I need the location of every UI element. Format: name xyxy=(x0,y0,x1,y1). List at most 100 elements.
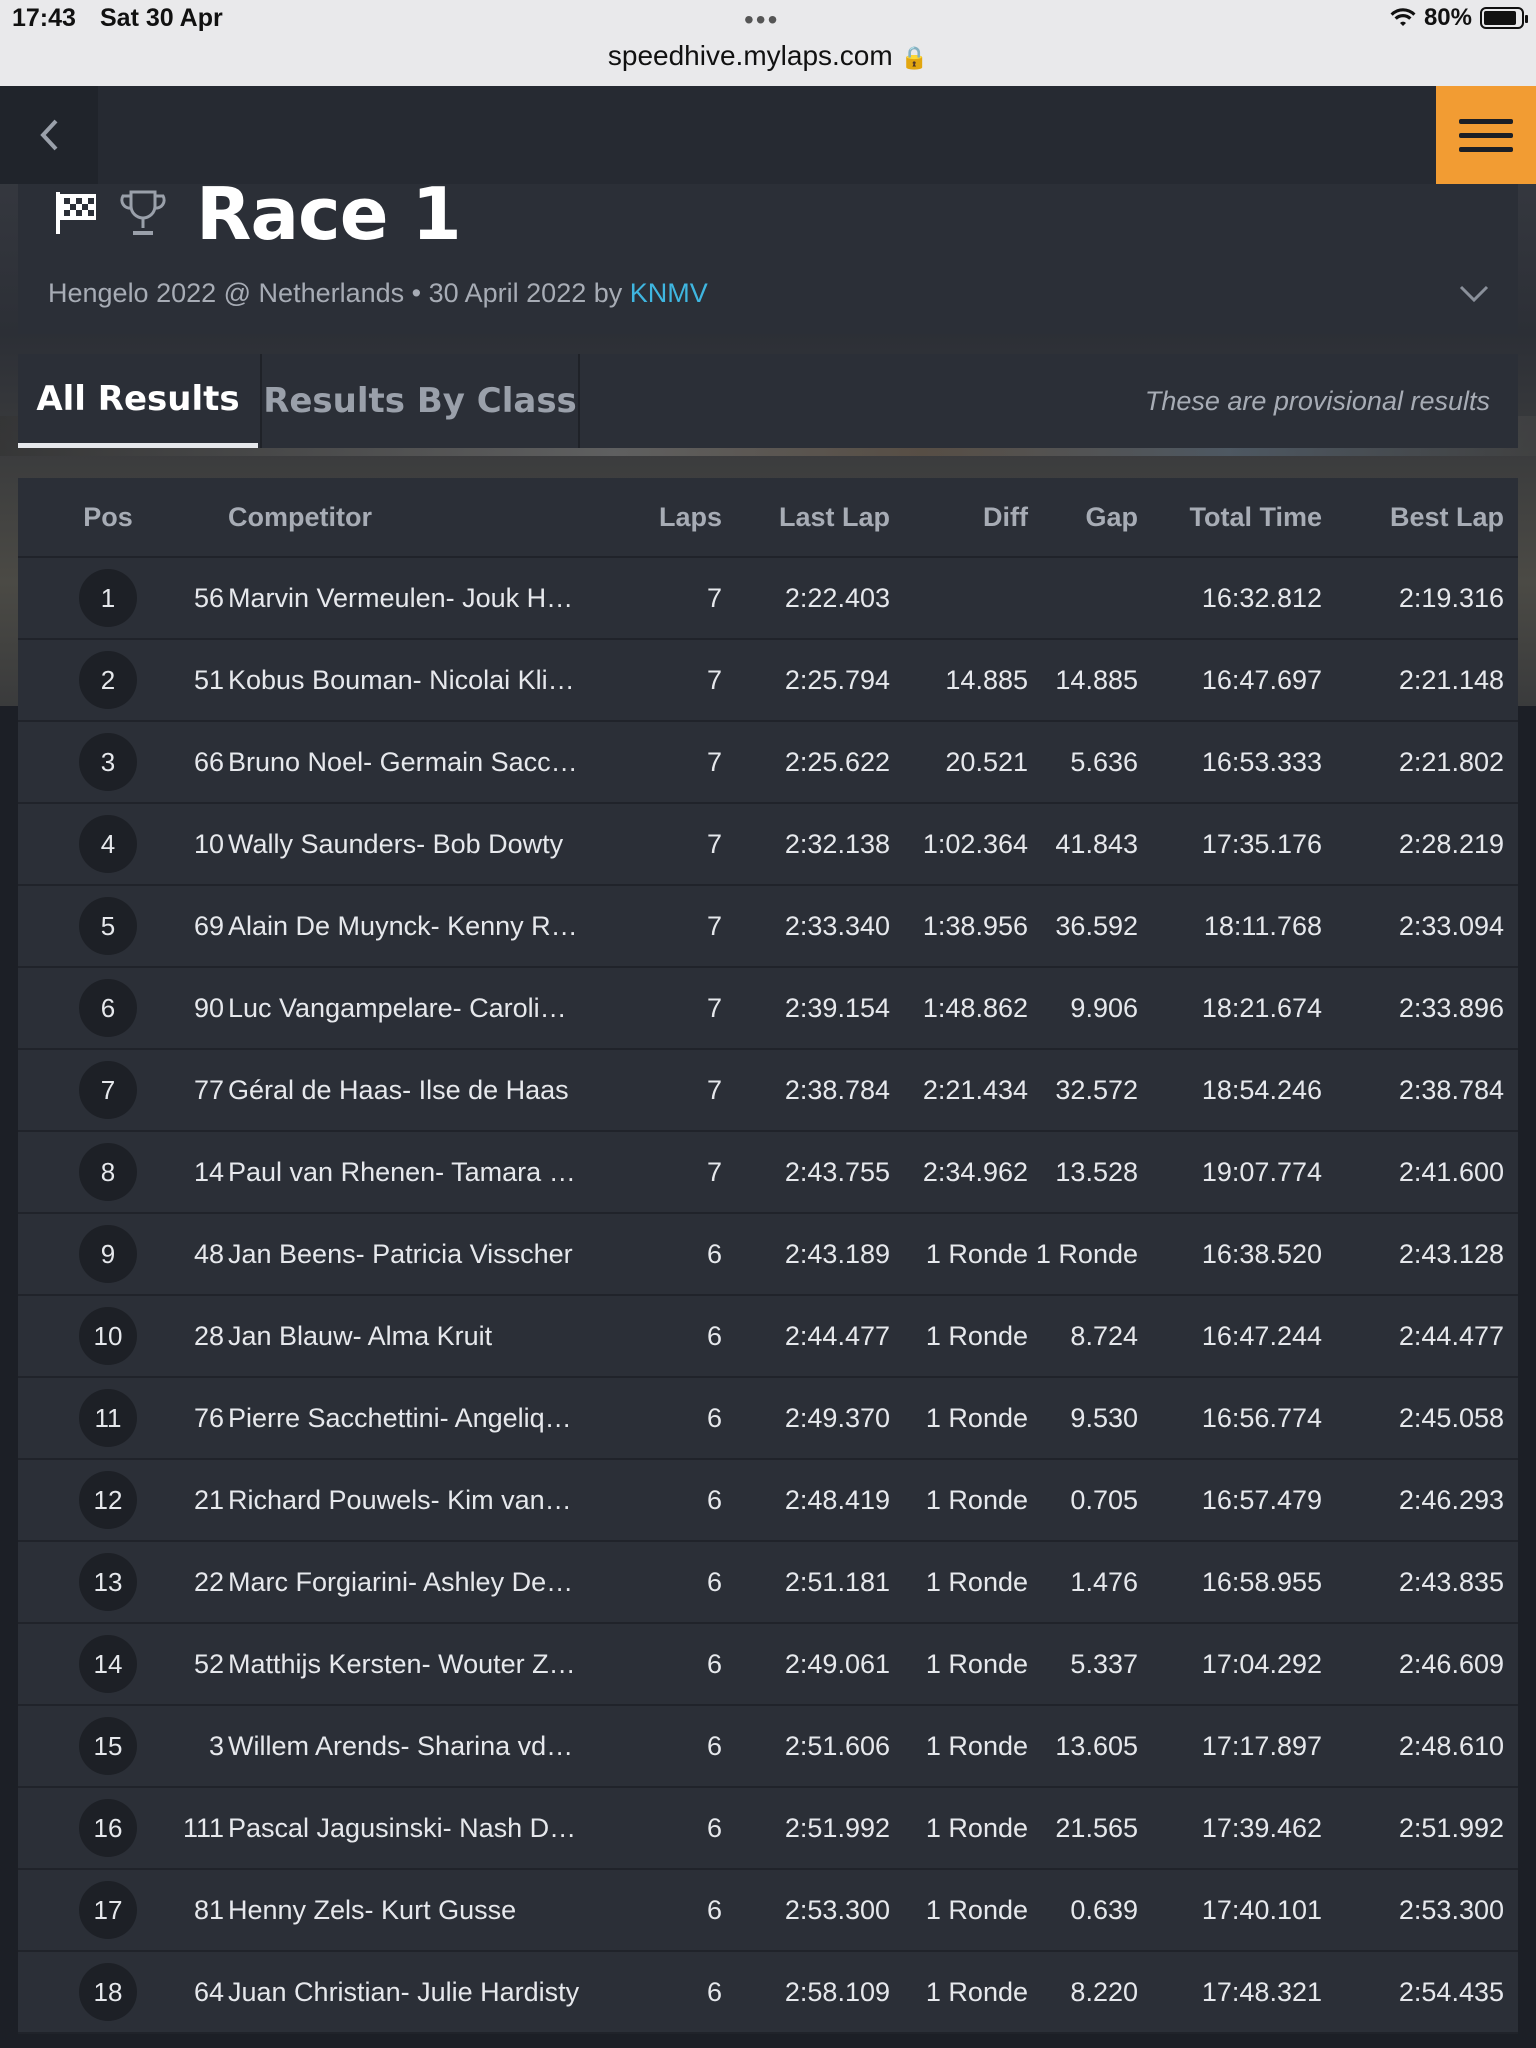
hamburger-icon xyxy=(1459,118,1513,124)
tab-results-by-class[interactable]: Results By Class xyxy=(260,354,580,448)
position-cell: 14 xyxy=(78,1624,138,1704)
total-time-cell: 16:32.812 xyxy=(1201,582,1322,613)
competitor-name[interactable]: Marc Forgiarini- Ashley De… xyxy=(228,1542,618,1622)
table-row[interactable]: 14 52 Matthijs Kersten- Wouter Z… 6 2:49.061… xyxy=(18,1624,1518,1706)
table-row[interactable]: 4 10 Wally Saunders- Bob Dowty 7 2:32.138 1:0… xyxy=(18,804,1518,886)
organizer-link[interactable]: KNMV xyxy=(630,278,708,308)
car-number: 22 xyxy=(193,1566,224,1597)
address-bar[interactable]: speedhive.mylaps.com 🔒 xyxy=(0,40,1536,72)
car-number: 52 xyxy=(193,1648,224,1679)
competitor-name[interactable]: Pascal Jagusinski- Nash D… xyxy=(228,1788,618,1868)
total-time-cell: 16:47.244 xyxy=(1201,1320,1322,1351)
header-total-time[interactable]: Total Time xyxy=(1144,478,1322,556)
position-cell: 6 xyxy=(78,968,138,1048)
table-row[interactable]: 5 69 Alain De Muynck- Kenny R… 7 2:33.340 1:3… xyxy=(18,886,1518,968)
chevron-down-icon[interactable] xyxy=(1458,284,1490,304)
diff-cell: 1:02.364 xyxy=(922,828,1028,859)
position-badge: 6 xyxy=(79,979,137,1037)
competitor-name[interactable]: Henny Zels- Kurt Gusse xyxy=(228,1870,618,1950)
last-lap-cell: 2:49.061 xyxy=(784,1648,890,1679)
table-row[interactable]: 9 48 Jan Beens- Patricia Visscher 6 2:43.189… xyxy=(18,1214,1518,1296)
total-time-cell: 16:57.479 xyxy=(1201,1484,1322,1515)
competitor-name[interactable]: Matthijs Kersten- Wouter Z… xyxy=(228,1624,618,1704)
best-lap-cell: 2:53.300 xyxy=(1398,1894,1504,1925)
table-row[interactable]: 15 3 Willem Arends- Sharina vd… 6 2:51.606 1 … xyxy=(18,1706,1518,1788)
last-lap-cell: 2:32.138 xyxy=(784,828,890,859)
url-text: speedhive.mylaps.com xyxy=(607,40,893,71)
competitor-name[interactable]: Luc Vangampelare- Caroli… xyxy=(228,968,618,1048)
competitor-name[interactable]: Alain De Muynck- Kenny R… xyxy=(228,886,618,966)
table-body: 1 56 Marvin Vermeulen- Jouk H… 7 2:22.403 16:… xyxy=(18,558,1518,2034)
best-lap-cell: 2:21.802 xyxy=(1398,746,1504,777)
total-time-cell: 17:17.897 xyxy=(1201,1730,1322,1761)
position-badge: 7 xyxy=(79,1061,137,1119)
competitor-name[interactable]: Pierre Sacchettini- Angeliq… xyxy=(228,1378,618,1458)
laps-cell: 6 xyxy=(706,1894,722,1925)
table-row[interactable]: 11 76 Pierre Sacchettini- Angeliq… 6 2:49.37… xyxy=(18,1378,1518,1460)
diff-cell: 2:34.962 xyxy=(922,1156,1028,1187)
laps-cell: 7 xyxy=(706,582,722,613)
position-cell: 7 xyxy=(78,1050,138,1130)
table-row[interactable]: 13 22 Marc Forgiarini- Ashley De… 6 2:51.181… xyxy=(18,1542,1518,1624)
table-row[interactable]: 7 77 Géral de Haas- Ilse de Haas 7 2:38.784 2… xyxy=(18,1050,1518,1132)
wifi-icon xyxy=(1390,8,1416,26)
diff-cell: 20.521 xyxy=(945,746,1028,777)
competitor-name[interactable]: Paul van Rhenen- Tamara … xyxy=(228,1132,618,1212)
competitor-name[interactable]: Géral de Haas- Ilse de Haas xyxy=(228,1050,618,1130)
gap-cell: 14.885 xyxy=(1055,664,1138,695)
header-diff[interactable]: Diff xyxy=(894,478,1028,556)
gap-cell xyxy=(1032,558,1138,638)
position-badge: 13 xyxy=(79,1553,137,1611)
table-row[interactable]: 8 14 Paul van Rhenen- Tamara … 7 2:43.755 2:3… xyxy=(18,1132,1518,1214)
table-row[interactable]: 10 28 Jan Blauw- Alma Kruit 6 2:44.477 1 Rond… xyxy=(18,1296,1518,1378)
browser-status-bar: 17:43 Sat 30 Apr ••• 80% speedhive.mylap… xyxy=(0,0,1536,86)
tab-all-results[interactable]: All Results xyxy=(18,354,258,448)
best-lap-cell: 2:46.293 xyxy=(1398,1484,1504,1515)
menu-button[interactable] xyxy=(1436,86,1536,184)
header-competitor[interactable]: Competitor xyxy=(228,478,618,556)
table-row[interactable]: 17 81 Henny Zels- Kurt Gusse 6 2:53.300 1 Ron… xyxy=(18,1870,1518,1952)
gap-cell: 36.592 xyxy=(1055,910,1138,941)
car-number: 90 xyxy=(193,992,224,1023)
total-time-cell: 17:35.176 xyxy=(1201,828,1322,859)
last-lap-cell: 2:51.181 xyxy=(784,1566,890,1597)
best-lap-cell: 2:38.784 xyxy=(1398,1074,1504,1105)
date: Sat 30 Apr xyxy=(100,4,223,32)
last-lap-cell: 2:38.784 xyxy=(784,1074,890,1105)
table-row[interactable]: 2 51 Kobus Bouman- Nicolai Kli… 7 2:25.794 14… xyxy=(18,640,1518,722)
diff-cell: 2:21.434 xyxy=(922,1074,1028,1105)
position-badge: 1 xyxy=(79,569,137,627)
header-last-lap[interactable]: Last Lap xyxy=(728,478,890,556)
table-row[interactable]: 3 66 Bruno Noel- Germain Sacc… 7 2:25.622 20.… xyxy=(18,722,1518,804)
competitor-name[interactable]: Bruno Noel- Germain Sacc… xyxy=(228,722,618,802)
position-badge: 15 xyxy=(79,1717,137,1775)
last-lap-cell: 2:51.606 xyxy=(784,1730,890,1761)
last-lap-cell: 2:44.477 xyxy=(784,1320,890,1351)
best-lap-cell: 2:33.896 xyxy=(1398,992,1504,1023)
competitor-name[interactable]: Willem Arends- Sharina vd… xyxy=(228,1706,618,1786)
competitor-name[interactable]: Jan Beens- Patricia Visscher xyxy=(228,1214,618,1294)
competitor-name[interactable]: Juan Christian- Julie Hardisty xyxy=(228,1952,618,2032)
table-row[interactable]: 18 64 Juan Christian- Julie Hardisty 6 2:58.… xyxy=(18,1952,1518,2034)
competitor-name[interactable]: Marvin Vermeulen- Jouk H… xyxy=(228,558,618,638)
competitor-name[interactable]: Richard Pouwels- Kim van… xyxy=(228,1460,618,1540)
table-row[interactable]: 6 90 Luc Vangampelare- Caroli… 7 2:39.154 1:4… xyxy=(18,968,1518,1050)
laps-cell: 7 xyxy=(706,992,722,1023)
best-lap-cell: 2:46.609 xyxy=(1398,1648,1504,1679)
multitask-dots-icon[interactable]: ••• xyxy=(744,4,779,36)
total-time-cell: 16:58.955 xyxy=(1201,1566,1322,1597)
header-best-lap[interactable]: Best Lap xyxy=(1326,478,1504,556)
header-gap[interactable]: Gap xyxy=(1032,478,1138,556)
back-button[interactable] xyxy=(0,86,98,184)
competitor-name[interactable]: Jan Blauw- Alma Kruit xyxy=(228,1296,618,1376)
laps-cell: 7 xyxy=(706,910,722,941)
position-cell: 5 xyxy=(78,886,138,966)
header-pos[interactable]: Pos xyxy=(78,478,138,556)
table-row[interactable]: 16 111 Pascal Jagusinski- Nash D… 6 2:51.992… xyxy=(18,1788,1518,1870)
header-laps[interactable]: Laps xyxy=(618,478,722,556)
table-row[interactable]: 12 21 Richard Pouwels- Kim van… 6 2:48.419 1 … xyxy=(18,1460,1518,1542)
diff-cell: 1 Ronde xyxy=(925,1484,1028,1515)
table-row[interactable]: 1 56 Marvin Vermeulen- Jouk H… 7 2:22.403 16:… xyxy=(18,558,1518,640)
competitor-name[interactable]: Wally Saunders- Bob Dowty xyxy=(228,804,618,884)
competitor-name[interactable]: Kobus Bouman- Nicolai Kli… xyxy=(228,640,618,720)
